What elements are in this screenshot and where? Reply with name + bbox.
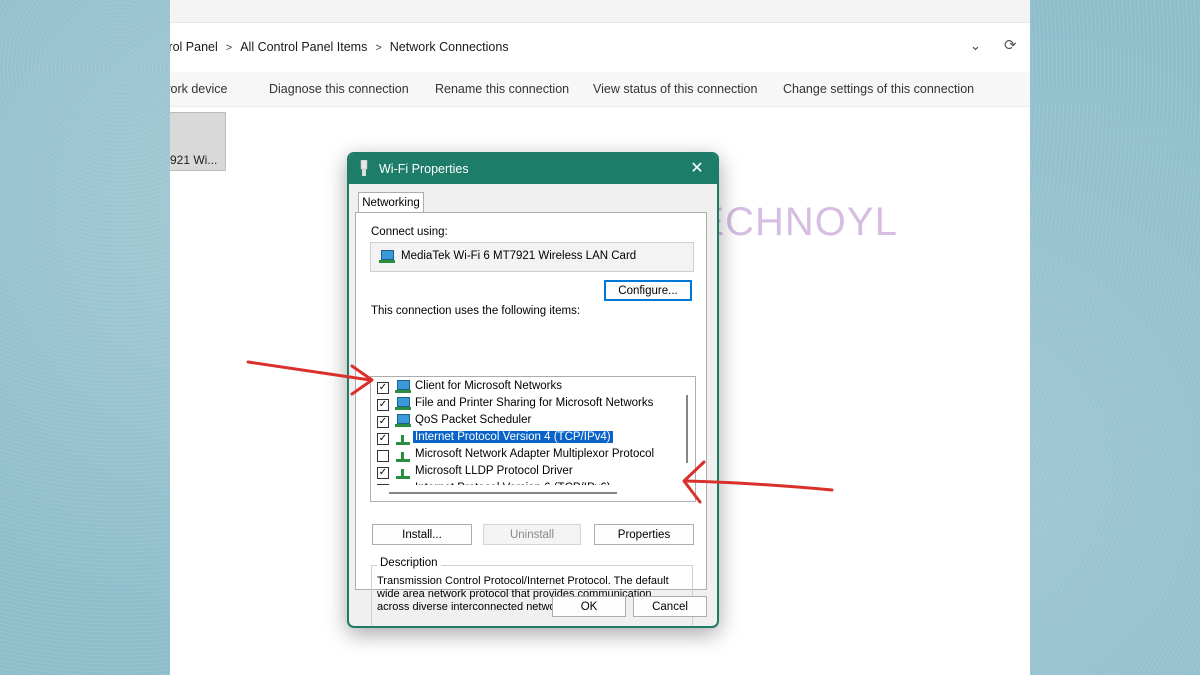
annotation-arrows bbox=[246, 360, 834, 504]
arrow-to-properties-button bbox=[682, 460, 834, 504]
arrow-to-ipv4-item bbox=[246, 360, 374, 396]
